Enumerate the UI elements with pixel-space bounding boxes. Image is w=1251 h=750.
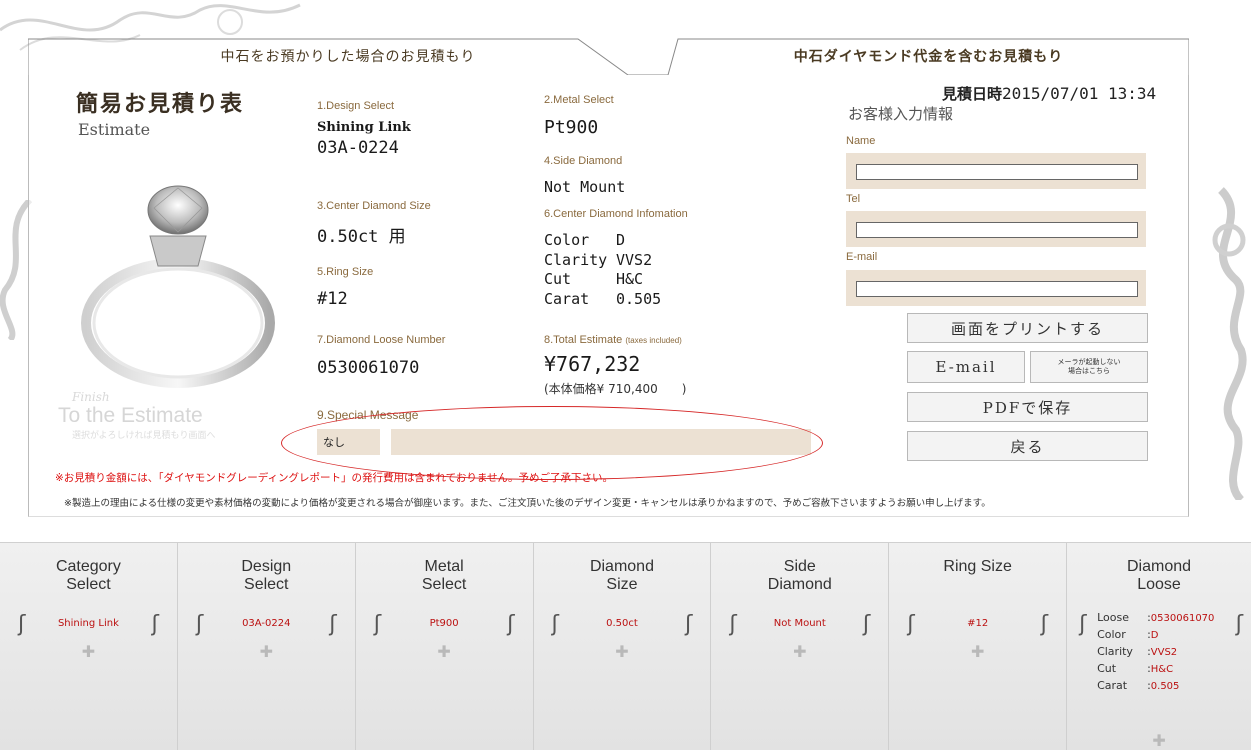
metal-select-label: 2.Metal Select: [544, 94, 614, 106]
email-input[interactable]: [856, 281, 1138, 297]
center-diamond-size-label: 3.Center Diamond Size: [317, 200, 431, 212]
price-change-notice: ※製造上の理由による仕様の変更や素材価格の変動により価格が変更される場合が御座い…: [64, 498, 991, 509]
info-row-clarity: Clarity VVS2: [544, 250, 653, 269]
plus-icon[interactable]: ✚: [534, 642, 711, 661]
print-button[interactable]: 画面をプリントする: [907, 313, 1148, 343]
selection-bar: Category Select ʃ Shining Link ʃ ✚ Design…: [0, 542, 1251, 750]
email-field-box: [846, 270, 1146, 306]
diamond-info-label: 6.Center Diamond Infomation: [544, 208, 688, 220]
info-row-cut: Cut H&C: [544, 270, 644, 288]
name-field-box: [846, 153, 1146, 189]
scroll-right-icon[interactable]: ʃ: [1041, 612, 1048, 637]
loose-row: Loose:0530061070: [1097, 611, 1215, 624]
estimate-date: 見積日時2015/07/01 13:34: [942, 84, 1157, 103]
side-diamond-value: Not Mount: [773, 618, 826, 629]
tab-including-diamond[interactable]: 中石ダイヤモンド代金を含むお見積もり: [668, 37, 1189, 75]
design-code-value: 03A-0224: [317, 138, 399, 158]
diamond-size-value: 0.50ct: [606, 618, 638, 629]
back-button[interactable]: 戻る: [907, 431, 1148, 461]
save-pdf-button[interactable]: PDFで保存: [907, 392, 1148, 422]
column-title: Design Select: [241, 558, 292, 593]
diamond-info-list: Color D Clarity VVS2 Cut H&C Carat 0.505: [544, 231, 661, 309]
loose-row: Clarity:VVS2: [1097, 645, 1178, 658]
center-diamond-size-value: 0.50ct 用: [317, 227, 406, 247]
finish-big-label: To the Estimate: [58, 404, 203, 427]
design-name-value: Shining Link: [317, 120, 411, 135]
scroll-right-icon[interactable]: ʃ: [507, 612, 514, 637]
plus-icon[interactable]: ✚: [356, 642, 533, 661]
column-title: Diamond Size: [589, 558, 654, 593]
scroll-right-icon[interactable]: ʃ: [685, 612, 692, 637]
page-subtitle: Estimate: [78, 120, 151, 139]
customer-info-title: お客様入力情報: [848, 105, 954, 123]
finish-small-label: Finish: [72, 390, 110, 404]
metal-value: Pt900: [544, 117, 599, 138]
finish-note: 選択がよろしければ見積もり画面へ: [72, 431, 216, 441]
plus-icon[interactable]: ✚: [178, 642, 355, 661]
diamond-loose-column[interactable]: Diamond Loose ʃ ʃ Loose:0530061070 Color:…: [1067, 543, 1251, 750]
category-select-column[interactable]: Category Select ʃ Shining Link ʃ ✚: [0, 543, 178, 750]
ring-size-value: #12: [317, 289, 348, 309]
name-label: Name: [846, 135, 876, 147]
ring-image: [81, 185, 275, 388]
design-select-column[interactable]: Design Select ʃ 03A-0224 ʃ ✚: [178, 543, 356, 750]
ring-size-column[interactable]: Ring Size ʃ #12 ʃ ✚: [889, 543, 1068, 750]
info-row-color: Color D: [544, 231, 626, 249]
ring-size-value: #12: [967, 618, 989, 629]
body-price: (本体価格¥ 710,400 ): [544, 382, 687, 396]
total-estimate-label: 8.Total Estimate (taxes included): [544, 334, 682, 346]
special-message-label: 9.Special Message: [317, 408, 419, 422]
mailer-note-line2: 場合はこちら: [1068, 367, 1110, 375]
side-diamond-value: Not Mount: [544, 178, 626, 196]
side-diamond-label: 4.Side Diamond: [544, 155, 623, 167]
loose-row: Color:D: [1097, 628, 1159, 641]
column-title: Category Select: [55, 558, 121, 593]
decorative-swirl-right: [1212, 187, 1247, 500]
mailer-fallback-button[interactable]: メーラが起動しない 場合はこちら: [1030, 351, 1148, 383]
scroll-right-icon[interactable]: ʃ: [1236, 612, 1243, 637]
email-label: E-mail: [846, 251, 878, 263]
scroll-right-icon[interactable]: ʃ: [151, 612, 158, 637]
design-select-label: 1.Design Select: [317, 100, 395, 112]
loose-number-value: 0530061070: [317, 358, 420, 378]
diamond-size-column[interactable]: Diamond Size ʃ 0.50ct ʃ ✚: [534, 543, 712, 750]
special-message-value: なし: [317, 429, 380, 455]
finish-to-estimate[interactable]: Finish To the Estimate 選択がよろしければ見積もり画面へ: [58, 390, 216, 441]
plus-icon[interactable]: ✚: [1067, 731, 1251, 750]
estimate-date-value: 2015/07/01 13:34: [1002, 84, 1157, 103]
tel-field-box: [846, 211, 1146, 247]
info-row-carat: Carat 0.505: [544, 289, 662, 308]
column-title: Ring Size: [943, 558, 1012, 575]
loose-number-label: 7.Diamond Loose Number: [317, 334, 446, 346]
loose-row: Cut:H&C: [1097, 662, 1174, 675]
page-title: 簡易お見積り表: [76, 91, 245, 117]
loose-detail-list: Loose:0530061070 Color:D Clarity:VVS2 Cu…: [1097, 610, 1214, 695]
metal-select-column[interactable]: Metal Select ʃ Pt900 ʃ ✚: [356, 543, 534, 750]
plus-icon[interactable]: ✚: [889, 642, 1066, 661]
email-button[interactable]: E-mail: [907, 351, 1025, 383]
loose-row: Carat:0.505: [1097, 679, 1180, 692]
total-estimate-value: ¥767,232: [544, 352, 641, 376]
column-title: Metal Select: [421, 558, 467, 593]
scroll-left-icon[interactable]: ʃ: [1079, 612, 1086, 637]
side-diamond-column[interactable]: Side Diamond ʃ Not Mount ʃ ✚: [711, 543, 890, 750]
ring-size-label: 5.Ring Size: [317, 266, 374, 278]
special-message-box: [391, 429, 811, 455]
tel-label: Tel: [846, 193, 861, 205]
column-title: Diamond Loose: [1127, 558, 1192, 593]
metal-value: Pt900: [429, 618, 459, 629]
scroll-right-icon[interactable]: ʃ: [863, 612, 870, 637]
mailer-note-line1: メーラが起動しない: [1057, 358, 1121, 366]
plus-icon[interactable]: ✚: [711, 642, 888, 661]
estimate-tabs: 中石をお預かりした場合のお見積もり 中石ダイヤモンド代金を含むお見積もり: [28, 37, 1189, 75]
tab-stone-consignment[interactable]: 中石をお預かりした場合のお見積もり: [28, 37, 668, 75]
column-title: Side Diamond: [767, 558, 832, 593]
name-input[interactable]: [856, 164, 1138, 180]
tel-input[interactable]: [856, 222, 1138, 238]
grading-report-notice: ※お見積り金額には、「ダイヤモンドグレーディングレポート」の発行費用は含まれてお…: [55, 472, 614, 484]
plus-icon[interactable]: ✚: [0, 642, 177, 661]
scroll-right-icon[interactable]: ʃ: [329, 612, 336, 637]
